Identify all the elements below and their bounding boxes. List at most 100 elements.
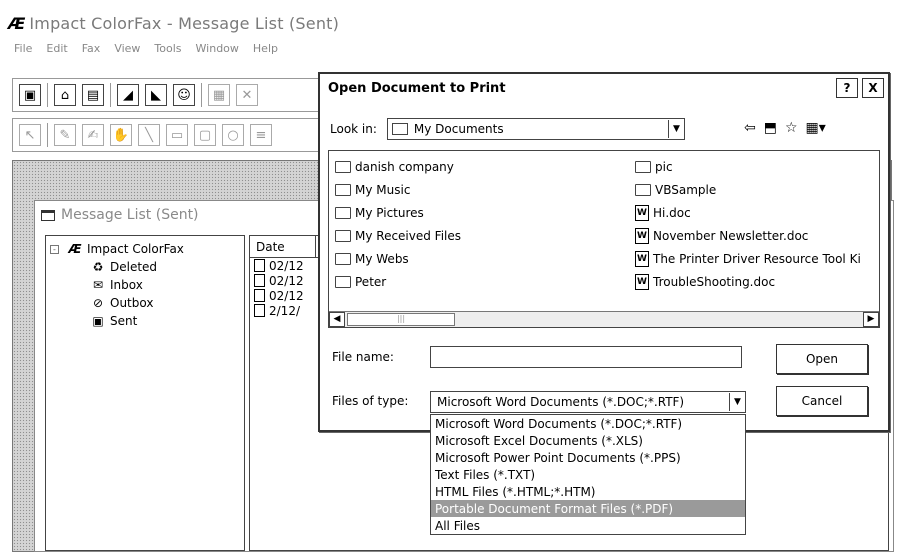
file-name: My Webs [355, 251, 409, 266]
list-item[interactable]: W TroubleShooting.doc [635, 270, 861, 293]
look-in-combo[interactable]: My Documents ▼ [386, 118, 685, 140]
tree-item-deleted[interactable]: ♻ Deleted [50, 258, 240, 276]
app-logo-icon: Æ [8, 13, 26, 33]
file-name: Hi.doc [653, 205, 691, 220]
inbox-icon: ✉ [92, 278, 104, 292]
save-icon[interactable]: ▤ [82, 84, 104, 106]
list-item[interactable]: My Webs [335, 247, 461, 270]
rectangle-icon[interactable]: ▭ [166, 124, 188, 146]
text-edit-icon[interactable]: ✍ [82, 124, 104, 146]
chevron-down-icon[interactable]: ▼ [729, 393, 745, 411]
list-item[interactable]: danish company [335, 155, 461, 178]
tree-item-sent[interactable]: ▣ Sent [50, 312, 240, 330]
preview-icon[interactable]: ▦ [208, 84, 230, 106]
dropdown-option[interactable]: HTML Files (*.HTML;*.HTM) [431, 483, 745, 500]
rounded-rect-icon[interactable]: ▢ [194, 124, 216, 146]
tree-item-label: Outbox [110, 296, 154, 310]
list-item[interactable]: W The Printer Driver Resource Tool Ki [635, 247, 861, 270]
dialog-titlebar[interactable]: Open Document to Print ? X [320, 74, 888, 102]
scroll-thumb[interactable]: ||| [347, 313, 455, 326]
tree-item-inbox[interactable]: ✉ Inbox [50, 276, 240, 294]
app-titlebar[interactable]: Æ Impact ColorFax - Message List (Sent) [8, 6, 878, 40]
menu-edit[interactable]: Edit [46, 42, 67, 55]
toolbar-separator [47, 123, 48, 147]
tree-item-label: Deleted [110, 260, 158, 274]
dialog-title: Open Document to Print [328, 80, 506, 96]
list-item[interactable]: Peter [335, 270, 461, 293]
file-name: VBSample [655, 182, 717, 197]
close-icon[interactable]: ✕ [236, 84, 258, 106]
row-date: 02/12 [269, 288, 304, 303]
dropdown-option[interactable]: Microsoft Power Point Documents (*.PPS) [431, 449, 745, 466]
menu-tools[interactable]: Tools [154, 42, 181, 55]
text-tool-icon[interactable]: ≡ [250, 124, 272, 146]
word-doc-icon: W [635, 250, 649, 267]
folder-icon [335, 183, 351, 196]
back-icon[interactable]: ⇦ [744, 120, 756, 136]
send-fax-icon[interactable]: ◢ [117, 84, 139, 106]
collapse-icon[interactable]: - [50, 244, 59, 254]
up-folder-icon[interactable]: ⬒ [764, 120, 777, 136]
document-icon [254, 259, 265, 272]
cancel-button[interactable]: Cancel [776, 386, 868, 416]
dropdown-option[interactable]: All Files [431, 517, 745, 534]
pen-icon[interactable]: ✎ [54, 124, 76, 146]
file-name: My Music [355, 182, 411, 197]
file-name-label: File name: [332, 350, 394, 364]
chevron-down-icon[interactable]: ▼ [667, 120, 684, 138]
drawing-toolbar: ↖ ✎ ✍ ✋ ╲ ▭ ▢ ○ ≡ [12, 118, 322, 152]
list-item[interactable]: pic [635, 155, 861, 178]
close-button[interactable]: X [862, 78, 884, 98]
horizontal-scrollbar[interactable]: ◀ ||| ▶ [329, 311, 879, 327]
document-icon [254, 274, 265, 287]
phonebook-icon[interactable]: ☺ [173, 84, 195, 106]
list-item[interactable]: My Music [335, 178, 461, 201]
list-item[interactable]: My Pictures [335, 201, 461, 224]
scroll-track[interactable]: ||| [345, 312, 863, 327]
view-menu-icon[interactable]: ▦▾ [806, 120, 826, 136]
toolbar-separator [47, 83, 48, 107]
tree-root[interactable]: - Æ Impact ColorFax [50, 240, 240, 258]
dropdown-option[interactable]: Microsoft Word Documents (*.DOC;*.RTF) [431, 415, 745, 432]
receive-fax-icon[interactable]: ◣ [145, 84, 167, 106]
files-of-type-value: Microsoft Word Documents (*.DOC;*.RTF) [437, 395, 685, 409]
dropdown-option[interactable]: Microsoft Excel Documents (*.XLS) [431, 432, 745, 449]
row-date: 02/12 [269, 258, 304, 273]
row-date: 2/12/ [269, 303, 300, 318]
menu-view[interactable]: View [114, 42, 140, 55]
open-button[interactable]: Open [776, 344, 868, 374]
ellipse-icon[interactable]: ○ [222, 124, 244, 146]
scroll-right-icon[interactable]: ▶ [863, 312, 879, 327]
pointer-icon[interactable]: ↖ [19, 124, 41, 146]
dropdown-option[interactable]: Text Files (*.TXT) [431, 466, 745, 483]
files-of-type-select[interactable]: Microsoft Word Documents (*.DOC;*.RTF) ▼ [430, 391, 746, 413]
file-name: Peter [355, 274, 387, 289]
list-item[interactable]: My Received Files [335, 224, 461, 247]
scroll-left-icon[interactable]: ◀ [329, 312, 345, 327]
folder-icon [335, 229, 351, 242]
help-button[interactable]: ? [836, 78, 858, 98]
menu-help[interactable]: Help [253, 42, 278, 55]
list-item[interactable]: W Hi.doc [635, 201, 861, 224]
hand-icon[interactable]: ✋ [110, 124, 132, 146]
file-name: November Newsletter.doc [653, 228, 809, 243]
files-of-type-dropdown: Microsoft Word Documents (*.DOC;*.RTF) M… [430, 414, 746, 535]
look-in-label: Look in: [330, 122, 377, 136]
menu-window[interactable]: Window [196, 42, 239, 55]
menu-fax[interactable]: Fax [82, 42, 101, 55]
line-icon[interactable]: ╲ [138, 124, 160, 146]
menu-file[interactable]: File [14, 42, 32, 55]
document-icon [254, 289, 265, 302]
file-list: danish company My Music My Pictures My R… [328, 150, 880, 328]
new-folder-icon[interactable]: ☆ [785, 120, 798, 136]
list-item[interactable]: VBSample [635, 178, 861, 201]
file-name-input[interactable] [430, 346, 742, 368]
main-toolbar: ▣ ⌂ ▤ ◢ ◣ ☺ ▦ ✕ [12, 78, 322, 112]
fax-window-icon[interactable]: ▣ [19, 84, 41, 106]
open-icon[interactable]: ⌂ [54, 84, 76, 106]
list-item[interactable]: W November Newsletter.doc [635, 224, 861, 247]
dropdown-option[interactable]: Portable Document Format Files (*.PDF) [431, 500, 745, 517]
file-column-right: pic VBSample W Hi.doc W November Newslette… [635, 155, 861, 293]
tree-item-outbox[interactable]: ⊘ Outbox [50, 294, 240, 312]
column-header-date[interactable]: Date [256, 236, 316, 257]
